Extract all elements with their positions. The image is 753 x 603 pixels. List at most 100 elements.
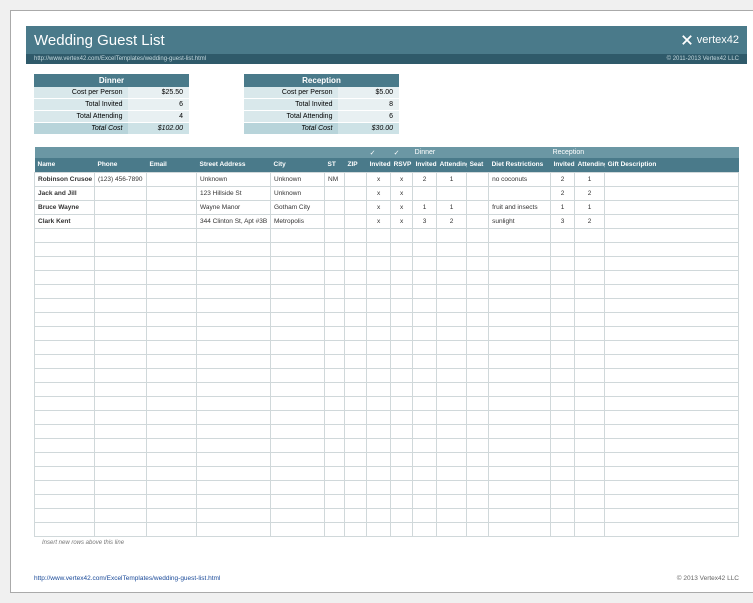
cell[interactable] [95,312,147,326]
cell[interactable] [147,200,197,214]
cell[interactable] [271,410,325,424]
cell[interactable] [437,354,467,368]
cell[interactable] [467,452,489,466]
cell[interactable] [197,508,271,522]
cell[interactable]: 1 [413,200,437,214]
cell[interactable] [95,438,147,452]
cell[interactable] [35,340,95,354]
cell[interactable] [467,242,489,256]
cell[interactable] [551,326,575,340]
cell[interactable] [147,242,197,256]
cell[interactable] [391,466,413,480]
cell[interactable] [437,256,467,270]
cell[interactable]: x [367,172,391,186]
cell[interactable] [575,452,605,466]
cell[interactable] [467,480,489,494]
cell[interactable] [147,270,197,284]
cell[interactable] [489,312,551,326]
cell[interactable] [391,256,413,270]
cell[interactable]: fruit and insects [489,200,551,214]
cell[interactable]: NM [325,172,345,186]
cell[interactable] [95,340,147,354]
cell[interactable]: Unknown [271,186,325,200]
cell[interactable] [605,214,739,228]
cell[interactable] [147,452,197,466]
cell[interactable] [437,186,467,200]
table-row[interactable] [35,466,739,480]
cell[interactable] [551,480,575,494]
cell[interactable] [551,466,575,480]
cell[interactable] [197,466,271,480]
cell[interactable] [489,284,551,298]
cell[interactable]: (123) 456-7890 [95,172,147,186]
cell[interactable] [271,424,325,438]
cell[interactable] [605,270,739,284]
cell[interactable] [575,228,605,242]
cell[interactable] [551,396,575,410]
cell[interactable] [95,522,147,536]
table-row[interactable] [35,368,739,382]
cell[interactable] [605,228,739,242]
cell[interactable] [551,438,575,452]
cell[interactable] [35,354,95,368]
cell[interactable] [551,522,575,536]
cell[interactable]: Gotham City [271,200,325,214]
cell[interactable] [271,298,325,312]
cell[interactable] [467,494,489,508]
cell[interactable] [325,396,345,410]
cell[interactable] [147,424,197,438]
cell[interactable] [489,368,551,382]
table-row[interactable] [35,480,739,494]
cell[interactable] [437,284,467,298]
cell[interactable] [467,424,489,438]
cell[interactable] [197,242,271,256]
cell[interactable] [197,396,271,410]
cell[interactable] [467,256,489,270]
cell[interactable] [605,396,739,410]
cell[interactable]: x [391,172,413,186]
cell[interactable] [345,354,367,368]
cell[interactable] [391,508,413,522]
cell[interactable] [345,340,367,354]
cell[interactable] [197,270,271,284]
cell[interactable] [467,172,489,186]
cell[interactable] [367,270,391,284]
cell[interactable] [197,312,271,326]
cell[interactable] [437,452,467,466]
cell[interactable]: Bruce Wayne [35,200,95,214]
cell[interactable] [489,396,551,410]
cell[interactable] [413,340,437,354]
cell[interactable] [391,368,413,382]
cell[interactable]: 3 [413,214,437,228]
cell[interactable] [367,242,391,256]
cell[interactable]: 1 [575,200,605,214]
cell[interactable] [489,452,551,466]
cell[interactable] [197,256,271,270]
cell[interactable] [325,382,345,396]
cell[interactable] [345,270,367,284]
table-row[interactable] [35,312,739,326]
cell[interactable] [325,340,345,354]
cell[interactable] [489,410,551,424]
cell[interactable] [413,312,437,326]
cell[interactable] [391,340,413,354]
cell[interactable] [197,438,271,452]
cell[interactable] [147,438,197,452]
cell[interactable] [35,382,95,396]
cell[interactable] [605,410,739,424]
cell[interactable] [489,256,551,270]
cell[interactable] [147,354,197,368]
cell[interactable] [551,424,575,438]
cell[interactable] [325,480,345,494]
cell[interactable] [325,312,345,326]
cell[interactable] [197,326,271,340]
cell[interactable] [95,256,147,270]
cell[interactable]: 344 Clinton St, Apt #3B [197,214,271,228]
cell[interactable] [575,396,605,410]
cell[interactable] [437,438,467,452]
table-row[interactable] [35,382,739,396]
cell[interactable] [467,326,489,340]
cell[interactable] [35,522,95,536]
cell[interactable] [413,354,437,368]
cell[interactable] [147,382,197,396]
